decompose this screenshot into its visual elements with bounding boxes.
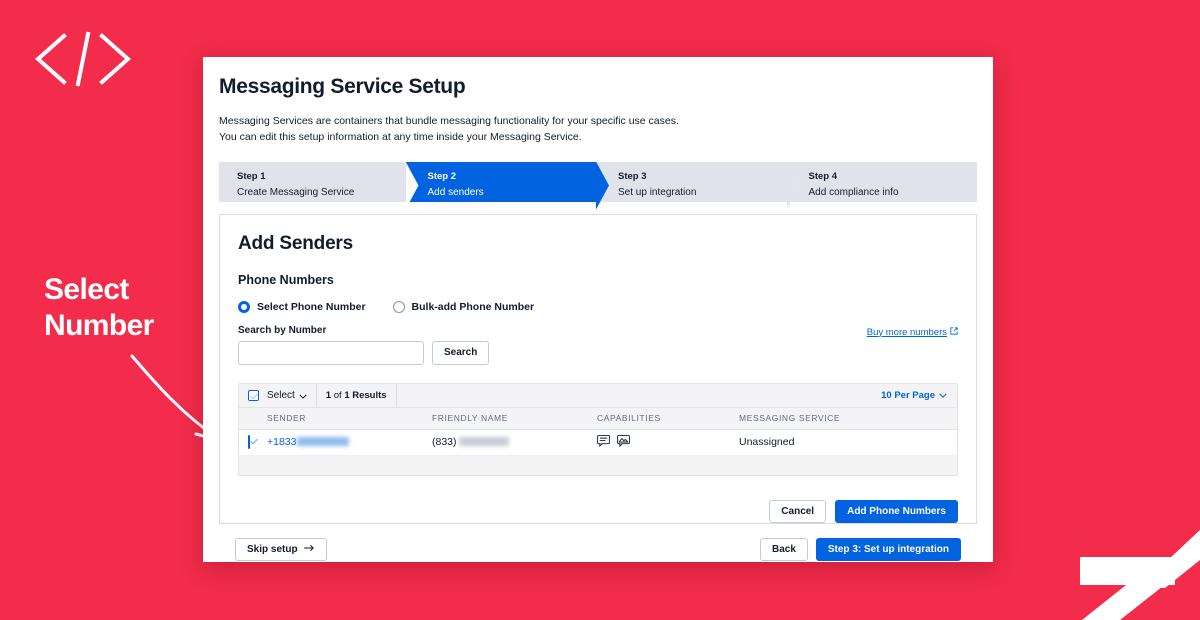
step-number: Step 3 (618, 170, 647, 182)
select-dropdown[interactable]: Select (267, 383, 317, 407)
page-title: Messaging Service Setup (219, 75, 466, 98)
arrow-right-icon (303, 544, 315, 555)
results-current: 1 (325, 389, 332, 401)
radio-mark-selected-icon (238, 300, 250, 313)
per-page-dropdown[interactable]: 10 Per Page (881, 390, 947, 401)
header-capabilities: CAPABILITIES (597, 413, 661, 424)
chevron-down-icon (299, 386, 307, 404)
select-dropdown-label: Select (267, 389, 295, 401)
header-messaging-service: MESSAGING SERVICE (739, 413, 841, 424)
page-description: Messaging Services are containers that b… (219, 113, 977, 146)
cancel-button[interactable]: Cancel (769, 499, 827, 523)
stepper-step-1[interactable]: Step 1 Create Messaging Service (219, 161, 406, 202)
radio-label: Select Phone Number (257, 300, 366, 313)
sms-icon (597, 434, 610, 450)
results-total: 1 Results (344, 389, 387, 401)
page-description-line-1: Messaging Services are containers that b… (219, 115, 679, 127)
buy-more-numbers-link[interactable]: Buy more numbers (867, 327, 958, 338)
radio-label: Bulk-add Phone Number (411, 300, 535, 313)
results-count: 1 of 1 Results (325, 383, 397, 407)
stepper-step-3[interactable]: Step 3 Set up integration (596, 161, 787, 202)
cell-friendly-name: (833) (432, 436, 597, 448)
search-by-number-label: Search by Number (238, 324, 327, 336)
back-button[interactable]: Back (759, 537, 808, 561)
phone-numbers-label: Phone Numbers (238, 272, 334, 287)
stepper-step-4[interactable]: Step 4 Add compliance info (786, 161, 977, 202)
radio-select-phone-number[interactable]: Select Phone Number (238, 300, 366, 313)
app-window: Messaging Service Setup Messaging Servic… (203, 57, 993, 562)
results-of: of (333, 389, 342, 401)
table-footer-strip (239, 455, 957, 475)
annotation-callout: Select Number (44, 272, 224, 443)
chevron-down-icon (939, 390, 947, 401)
step-label: Add senders (427, 186, 484, 198)
step-number: Step 2 (427, 170, 457, 182)
add-senders-card: Add Senders Phone Numbers Select Phone N… (219, 213, 977, 524)
row-select-checkbox[interactable] (248, 435, 250, 450)
card-action-buttons: Cancel Add Phone Numbers (238, 499, 958, 523)
seven-swoosh-shape (1060, 530, 1200, 620)
search-input[interactable] (238, 340, 424, 365)
friendly-name-redacted-mask (459, 437, 510, 447)
search-button[interactable]: Search (432, 340, 490, 365)
card-title: Add Senders (238, 232, 353, 254)
page-description-line-2: You can edit this setup information at a… (219, 131, 582, 144)
setup-stepper: Step 1 Create Messaging Service Step 2 A… (219, 161, 977, 202)
sender-mode-radio-group: Select Phone Number Bulk-add Phone Numbe… (238, 300, 958, 313)
select-all-checkbox[interactable] (248, 389, 259, 401)
step-label: Set up integration (618, 186, 697, 198)
cell-messaging-service: Unassigned (739, 436, 795, 449)
sender-number-link[interactable]: +1833 (267, 436, 297, 448)
table-row[interactable]: +1833 (833) Unassigned (239, 429, 957, 456)
sender-redacted-mask (296, 437, 349, 447)
stepper-step-2[interactable]: Step 2 Add senders (405, 161, 596, 202)
cell-capabilities (597, 434, 739, 450)
mms-icon (617, 434, 630, 450)
phone-numbers-table: Select 1 of 1 Results 10 Per Page SENDER… (238, 382, 958, 476)
buy-more-numbers-label: Buy more numbers (866, 326, 947, 338)
table-toolbar: Select 1 of 1 Results 10 Per Page (239, 383, 957, 408)
radio-mark-icon (392, 300, 405, 313)
header-sender: SENDER (267, 413, 307, 424)
step-label: Create Messaging Service (237, 186, 355, 198)
code-brackets-icon (28, 28, 138, 90)
step-number: Step 4 (808, 170, 838, 182)
friendly-name-prefix: (833) (432, 436, 457, 449)
row-checkbox-cell (239, 435, 267, 450)
annotation-line-2: Number (44, 309, 154, 342)
annotation-line-1: Select (44, 273, 129, 306)
next-step-button[interactable]: Step 3: Set up integration (815, 537, 961, 561)
header-friendly-name: FRIENDLY NAME (432, 413, 508, 424)
skip-setup-button[interactable]: Skip setup (235, 537, 327, 561)
cell-sender: +1833 (267, 436, 432, 448)
add-phone-numbers-button[interactable]: Add Phone Numbers (835, 499, 958, 523)
table-header-row: SENDER FRIENDLY NAME CAPABILITIES MESSAG… (239, 407, 957, 430)
window-footer: Skip setup Back Step 3: Set up integrati… (219, 524, 977, 562)
per-page-label: 10 Per Page (881, 389, 935, 401)
skip-setup-label: Skip setup (247, 543, 298, 555)
step-label: Add compliance info (808, 186, 899, 198)
search-block: Search by Number Search Buy more numbers (238, 325, 958, 365)
external-link-icon (950, 327, 958, 338)
radio-bulk-add-phone-number[interactable]: Bulk-add Phone Number (392, 300, 535, 313)
step-number: Step 1 (237, 170, 266, 182)
